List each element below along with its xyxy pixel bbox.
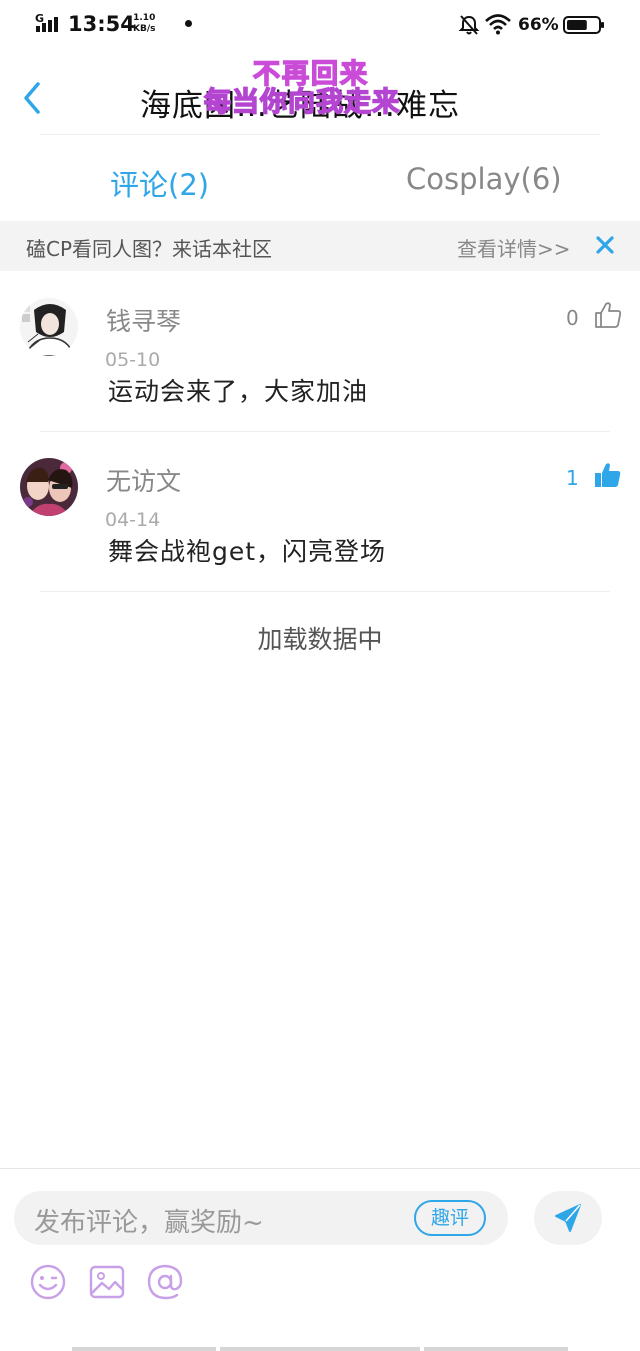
nav-gesture-bar (220, 1347, 420, 1351)
comment-date: 05-10 (105, 349, 161, 366)
status-bar: G 13:54 1.10 KB/s 66% (0, 0, 640, 50)
comment-input-placeholder: 发布评论，赢奖励~ (34, 1208, 264, 1238)
comment-date: 04-14 (105, 509, 161, 526)
avatar[interactable] (20, 458, 78, 516)
battery-percent: 66% (518, 15, 559, 35)
like-count: 0 (566, 306, 579, 330)
back-arrow-icon[interactable] (18, 80, 48, 116)
close-icon[interactable] (594, 233, 616, 257)
promo-banner: 磕CP看同人图？来话本社区 查看详情>> (0, 221, 640, 271)
comment-item: 无访文 04-14 舞会战袍get，闪亮登场 1 (0, 432, 640, 592)
emoji-icon[interactable] (29, 1263, 67, 1301)
speed-unit: KB/s (133, 24, 156, 34)
tab-cosplay[interactable]: Cosplay(6) (406, 162, 562, 196)
thumb-up-icon[interactable] (593, 300, 623, 330)
nav-gesture-bar (424, 1347, 568, 1351)
watermark-line2: 每当你向我走来 (203, 86, 400, 119)
loading-text: 加载数据中 (257, 625, 383, 654)
tab-bar: 评论(2) Cosplay(6) (0, 136, 640, 220)
battery-icon (563, 16, 604, 34)
comment-username[interactable]: 无访文 (106, 462, 181, 498)
comment-text: 舞会战袍get，闪亮登场 (108, 537, 387, 566)
banner-details-link[interactable]: 查看详情>> (457, 233, 571, 262)
signal-icon: G (34, 12, 64, 36)
at-icon[interactable] (146, 1263, 184, 1301)
comment-divider (40, 591, 610, 592)
send-button[interactable] (534, 1191, 602, 1245)
tab-comments[interactable]: 评论(2) (110, 162, 209, 204)
avatar[interactable] (20, 298, 78, 356)
header-divider (40, 134, 600, 135)
network-speed: 1.10 KB/s (133, 13, 155, 35)
send-icon (555, 1204, 581, 1232)
comment-input[interactable]: 发布评论，赢奖励~ 趣评 (14, 1191, 508, 1245)
wifi-icon (485, 14, 511, 35)
comment-composer: 发布评论，赢奖励~ 趣评 (0, 1168, 640, 1351)
comment-text: 运动会来了，大家加油 (108, 377, 369, 406)
comment-username[interactable]: 钱寻琴 (106, 302, 181, 338)
header: 海底囚…艺陆战…难忘 不再回来 每当你向我走来 (0, 50, 640, 136)
comment-item: 钱寻琴 05-10 运动会来了，大家加油 0 (0, 272, 640, 432)
notification-dot (185, 20, 192, 27)
speed-value: 1.10 (133, 13, 156, 23)
banner-text: 磕CP看同人图？来话本社区 (26, 237, 273, 261)
nav-gesture-bar (72, 1347, 216, 1351)
fun-comment-button[interactable]: 趣评 (414, 1200, 486, 1236)
bell-off-icon (458, 15, 480, 35)
clock: 13:54 (68, 12, 135, 36)
thumb-up-icon[interactable] (593, 460, 623, 490)
image-icon[interactable] (88, 1263, 126, 1301)
like-count: 1 (566, 466, 579, 490)
